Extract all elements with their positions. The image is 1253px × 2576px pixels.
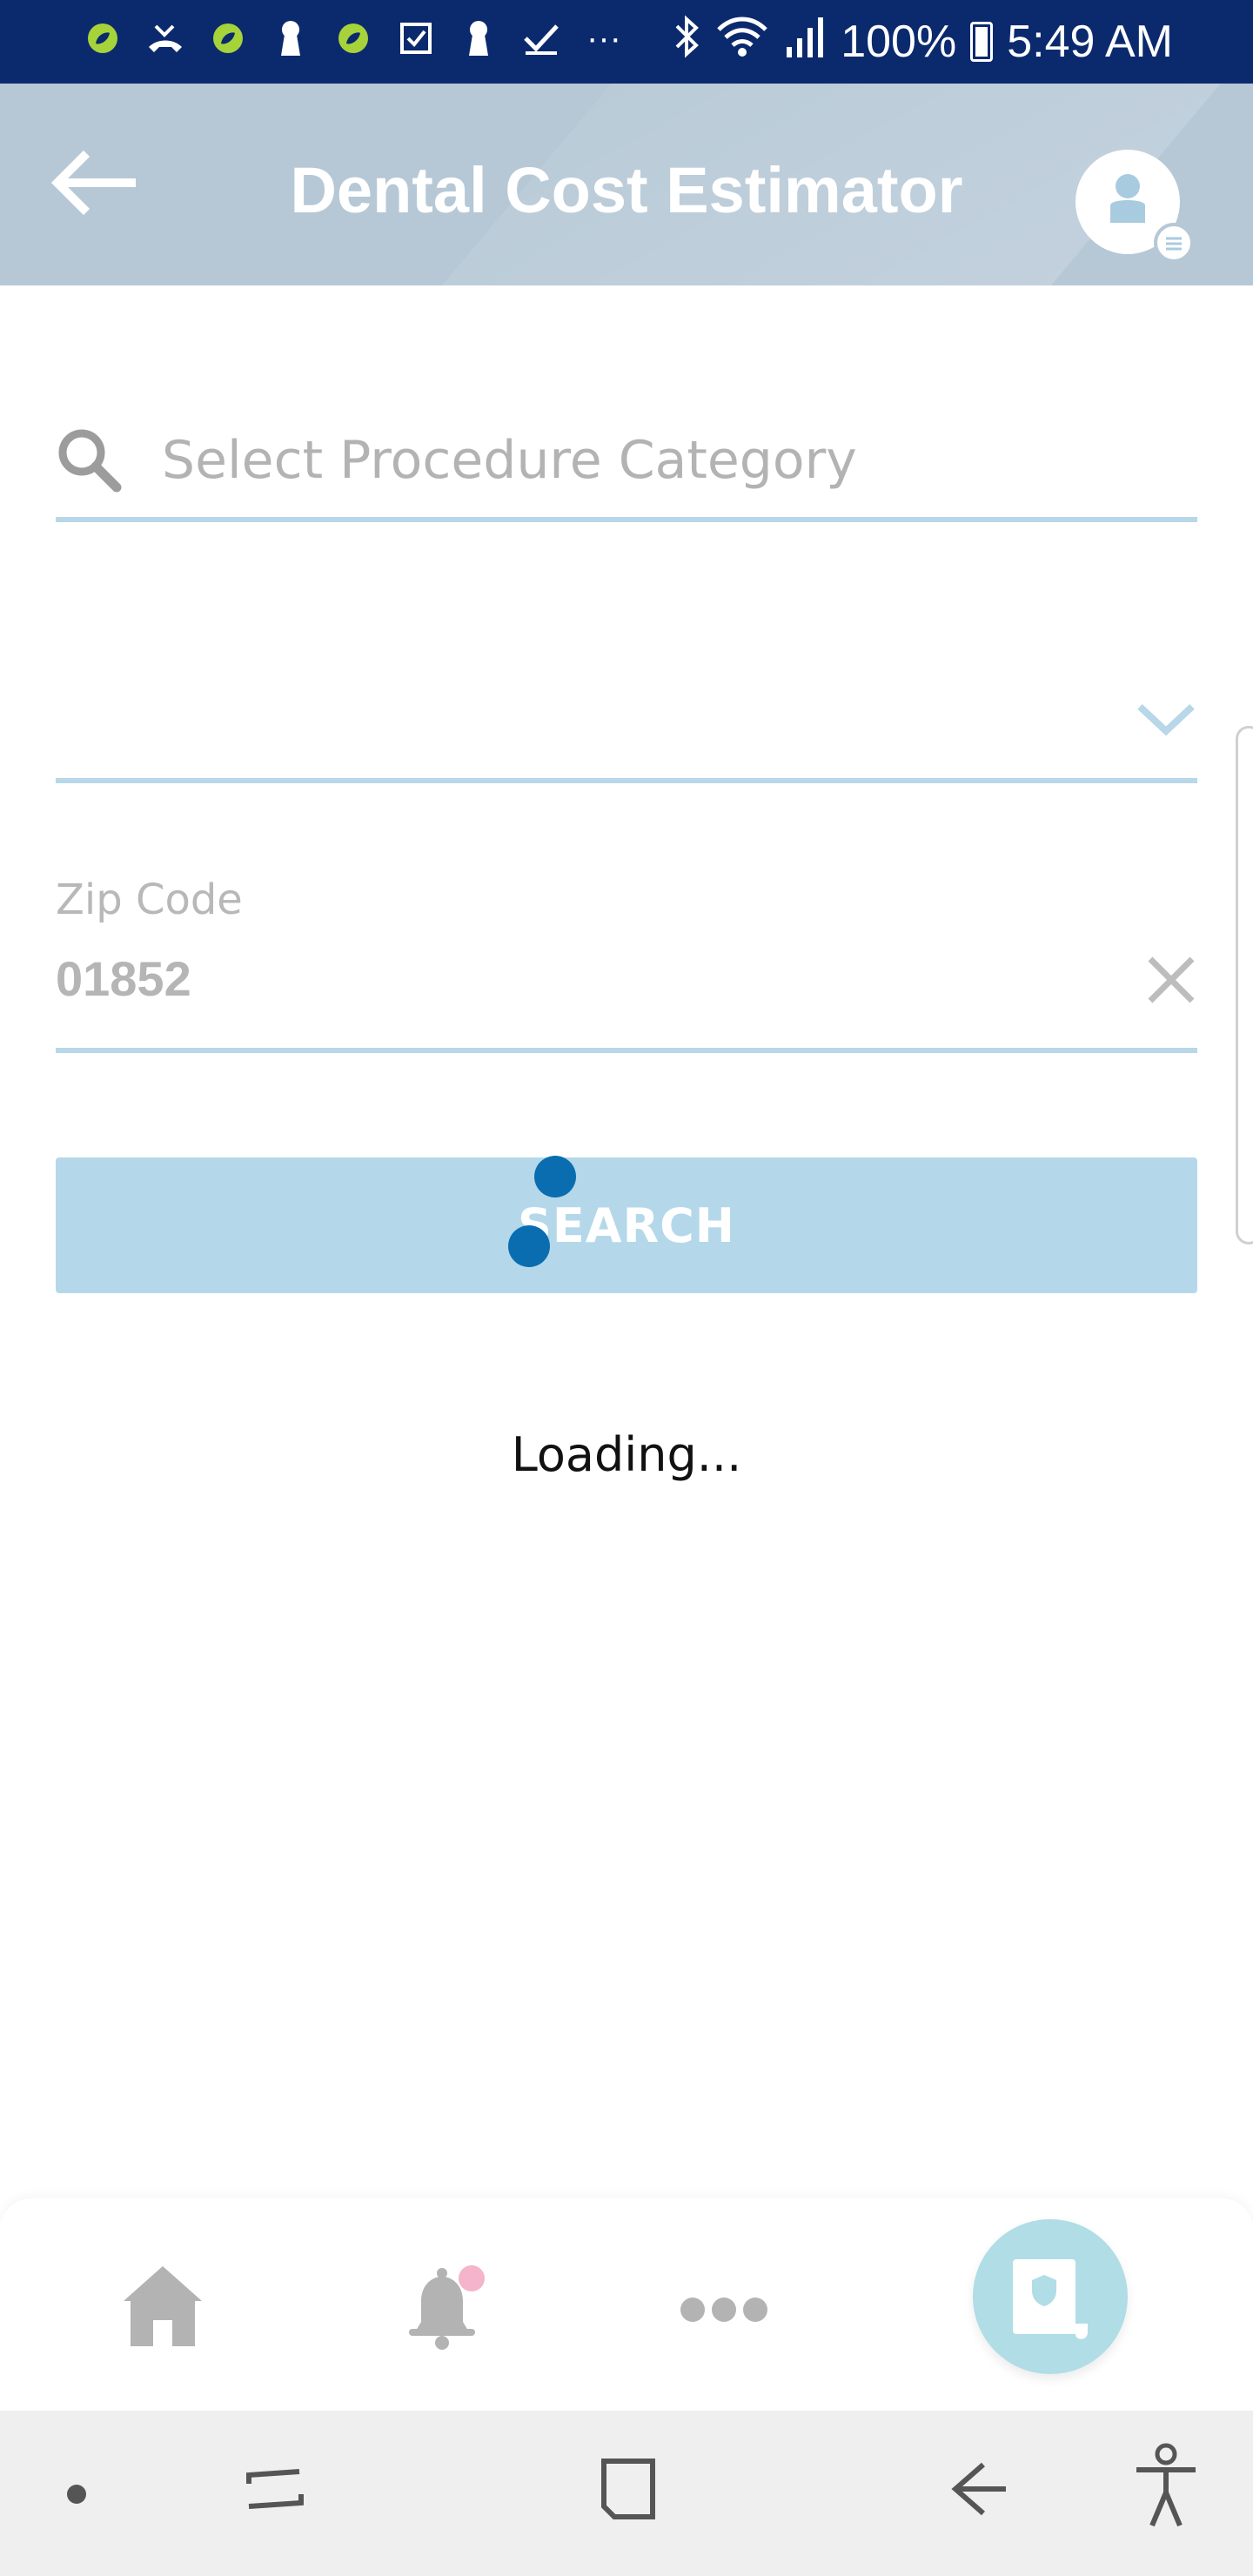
page-title: Dental Cost Estimator <box>290 154 963 226</box>
procedure-search-field <box>56 400 1197 522</box>
nav-dot-button[interactable] <box>66 2484 87 2508</box>
close-icon[interactable] <box>1145 954 1197 1006</box>
dot-icon <box>67 2485 86 2504</box>
loading-text: Loading... <box>511 1427 742 1482</box>
procedure-dropdown[interactable] <box>56 679 1197 783</box>
zip-code-value[interactable]: 01852 <box>56 950 191 1007</box>
signal-icon <box>783 14 827 70</box>
check-icon <box>519 16 564 61</box>
back-system-button[interactable] <box>948 2454 1011 2527</box>
app-header: Dental Cost Estimator <box>0 84 1253 285</box>
nav-notifications-button[interactable] <box>400 2259 487 2355</box>
overflow-indicator: ··· <box>586 18 621 57</box>
search-button[interactable]: SEARCH <box>56 1156 1197 1293</box>
procedure-search-input[interactable] <box>160 425 1190 496</box>
checkbox-icon <box>393 16 439 61</box>
scroll-handle[interactable] <box>1236 726 1253 1244</box>
accessibility-icon <box>1136 2443 1196 2527</box>
app-leaf-icon <box>80 16 125 61</box>
accessibility-button[interactable] <box>1131 2442 1201 2532</box>
back-arrow-icon <box>951 2462 1006 2516</box>
keyhole-icon <box>268 16 313 61</box>
recent-apps-button[interactable] <box>244 2454 306 2527</box>
bell-icon <box>409 2265 485 2350</box>
home-icon <box>124 2266 202 2346</box>
app-leaf-icon <box>331 16 376 61</box>
status-bar: ··· 100% 5:49 AM <box>0 0 1253 84</box>
status-time: 5:49 AM <box>1007 17 1173 67</box>
id-card-icon <box>1013 2259 1088 2339</box>
recent-apps-icon <box>246 2469 304 2509</box>
id-card-fab-button[interactable] <box>973 2219 1128 2374</box>
nav-more-button[interactable] <box>679 2292 769 2327</box>
keyhole-icon <box>456 16 501 61</box>
battery-icon <box>970 22 994 62</box>
status-right: 100% 5:49 AM <box>672 14 1173 70</box>
chevron-down-icon[interactable] <box>1135 698 1197 740</box>
search-button-label: SEARCH <box>518 1197 735 1253</box>
missed-call-icon <box>143 16 188 61</box>
zip-code-label: Zip Code <box>56 875 243 924</box>
more-icon <box>680 2298 767 2322</box>
loading-spinner-dot <box>534 1156 576 1197</box>
app-leaf-icon <box>205 16 251 61</box>
nav-home-button[interactable] <box>115 2259 211 2355</box>
battery-percent: 100% <box>841 17 957 67</box>
loading-spinner-dot <box>508 1225 550 1267</box>
zip-code-field[interactable]: 01852 <box>56 940 1197 1053</box>
search-icon <box>58 429 122 493</box>
wifi-icon <box>715 14 769 70</box>
bluetooth-icon <box>672 14 701 70</box>
bottom-nav <box>0 2198 1253 2411</box>
home-system-button[interactable] <box>597 2454 660 2527</box>
system-nav-bar <box>0 2411 1253 2576</box>
notification-icons: ··· <box>80 16 626 61</box>
menu-badge-icon[interactable] <box>1154 223 1194 263</box>
square-home-icon <box>601 2459 655 2519</box>
